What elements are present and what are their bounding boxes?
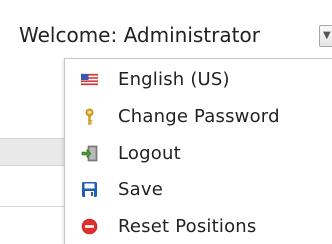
top-bar: Welcome: Administrator ▼ [0,0,332,52]
menu-item-change-password[interactable]: Change Password [65,101,332,133]
menu-item-language[interactable]: English (US) [65,64,332,96]
background-divider [0,206,64,207]
us-flag-icon [81,71,98,88]
menu-item-label: English (US) [118,69,230,90]
welcome-text: Welcome: Administrator [19,23,260,47]
user-menu-toggle-button[interactable]: ▼ [319,25,332,47]
logout-door-icon [81,145,98,162]
user-dropdown-menu: English (US) Change Password Logout Save… [64,58,332,244]
menu-item-logout[interactable]: Logout [65,138,332,170]
background-toolbar-band [0,138,64,166]
menu-item-label: Save [118,179,163,200]
chevron-down-icon: ▼ [323,30,331,41]
floppy-disk-icon [81,181,98,198]
menu-item-save[interactable]: Save [65,174,332,206]
menu-item-label: Change Password [118,106,280,127]
menu-item-label: Reset Positions [118,216,257,237]
red-circle-minus-icon [81,218,98,235]
key-icon [81,108,98,125]
menu-item-label: Logout [118,143,181,164]
menu-item-reset-positions[interactable]: Reset Positions [65,211,332,243]
